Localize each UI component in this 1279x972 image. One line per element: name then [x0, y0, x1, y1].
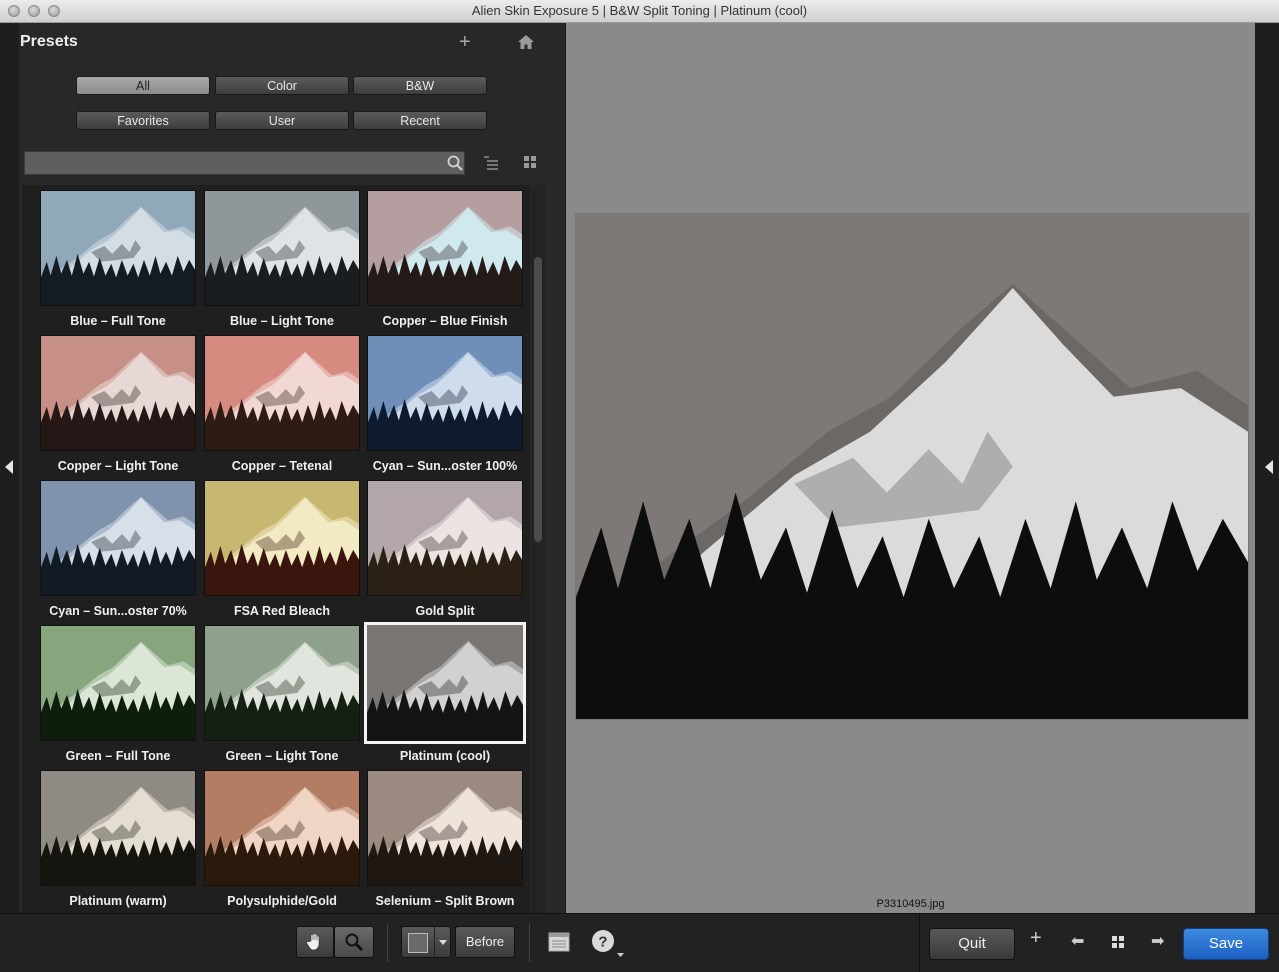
preset-thumbnail[interactable] [204, 190, 360, 306]
window-title: Alien Skin Exposure 5 | B&W Split Toning… [471, 3, 808, 18]
preset-thumbnail[interactable] [204, 480, 360, 596]
help-icon[interactable]: ? [591, 928, 625, 958]
preset-label: Cyan – Sun...oster 70% [49, 604, 187, 618]
preset-label: Copper – Light Tone [57, 459, 179, 473]
home-icon[interactable] [517, 33, 535, 51]
hand-tool-button[interactable] [296, 926, 334, 958]
toolbar-divider [529, 924, 530, 962]
toolbar-divider [387, 924, 388, 962]
background-color-button[interactable] [401, 926, 451, 958]
preview-area: P3310495.jpg [566, 23, 1255, 913]
preset-thumbnail[interactable] [40, 335, 196, 451]
magnifier-icon [345, 933, 364, 952]
quit-button[interactable]: Quit [929, 928, 1015, 960]
preset-thumbnail[interactable] [40, 770, 196, 886]
background-swatch [408, 933, 428, 953]
preset-label: Selenium – Split Brown [375, 894, 515, 908]
filter-all-button[interactable]: All [76, 76, 210, 95]
preset-label: Platinum (cool) [399, 749, 491, 763]
preset-thumbnail[interactable] [40, 480, 196, 596]
filter-recent-button[interactable]: Recent [353, 111, 487, 130]
bottom-toolbar: Before ? Quit + ⬅ ➡ Save [0, 913, 1279, 972]
add-icon[interactable]: + [1030, 927, 1042, 950]
preset-scrollbar[interactable] [531, 185, 545, 913]
collapse-right-arrow-icon[interactable] [1265, 460, 1273, 474]
preset-thumbnail[interactable] [367, 480, 523, 596]
preset-label: Polysulphide/Gold [227, 894, 337, 908]
search-input[interactable] [24, 151, 465, 175]
filename-label: P3310495.jpg [876, 898, 945, 910]
filter-bw-button[interactable]: B&W [353, 76, 487, 95]
preset-thumbnail[interactable] [204, 770, 360, 886]
preset-grid: Blue – Full Tone Blue – Light Tone Copper … [22, 185, 530, 913]
grid-view-icon[interactable] [1112, 936, 1124, 948]
preset-thumbnail[interactable] [204, 335, 360, 451]
scrollbar-thumb[interactable] [534, 257, 542, 542]
svg-text:?: ? [598, 934, 607, 951]
preset-thumbnail[interactable] [367, 335, 523, 451]
presets-panel: Presets + All Color B&W Favorites User R… [19, 23, 565, 913]
preset-thumbnail[interactable] [364, 622, 526, 744]
preset-label: Green – Full Tone [65, 749, 171, 763]
search-icon [447, 155, 463, 171]
preset-label: FSA Red Bleach [233, 604, 331, 618]
preset-label: Platinum (warm) [69, 894, 167, 908]
save-button[interactable]: Save [1183, 928, 1269, 960]
preset-label: Copper – Tetenal [231, 459, 333, 473]
next-image-arrow-icon[interactable]: ➡ [1151, 931, 1164, 951]
preset-thumbnail[interactable] [204, 625, 360, 741]
preset-thumbnail[interactable] [367, 770, 523, 886]
hand-icon [306, 933, 320, 951]
preset-label: Green – Light Tone [225, 749, 339, 763]
preset-thumbnail[interactable] [40, 625, 196, 741]
preset-thumbnail[interactable] [40, 190, 196, 306]
toolbar-divider [919, 914, 920, 972]
collapse-left-arrow-icon[interactable] [5, 460, 13, 474]
preset-label: Copper – Blue Finish [382, 314, 508, 328]
zoom-tool-button[interactable] [334, 926, 374, 958]
preset-label: Blue – Full Tone [70, 314, 166, 328]
filter-color-button[interactable]: Color [215, 76, 349, 95]
title-bar: Alien Skin Exposure 5 | B&W Split Toning… [0, 0, 1279, 23]
before-button[interactable]: Before [455, 926, 515, 958]
preset-thumbnail[interactable] [367, 190, 523, 306]
list-view-icon[interactable] [484, 155, 498, 171]
preset-label: Gold Split [415, 604, 475, 618]
layout-panel-icon[interactable] [548, 932, 570, 952]
previous-image-arrow-icon[interactable]: ⬅ [1071, 931, 1084, 951]
chevron-down-icon [439, 940, 447, 945]
grid-view-icon[interactable] [524, 156, 536, 168]
filter-user-button[interactable]: User [215, 111, 349, 130]
preview-image[interactable] [576, 214, 1248, 719]
preset-label: Cyan – Sun...oster 100% [372, 459, 518, 473]
filter-favorites-button[interactable]: Favorites [76, 111, 210, 130]
preset-label: Blue – Light Tone [230, 314, 334, 328]
panel-title: Presets [20, 33, 78, 50]
add-preset-icon[interactable]: + [459, 31, 471, 54]
